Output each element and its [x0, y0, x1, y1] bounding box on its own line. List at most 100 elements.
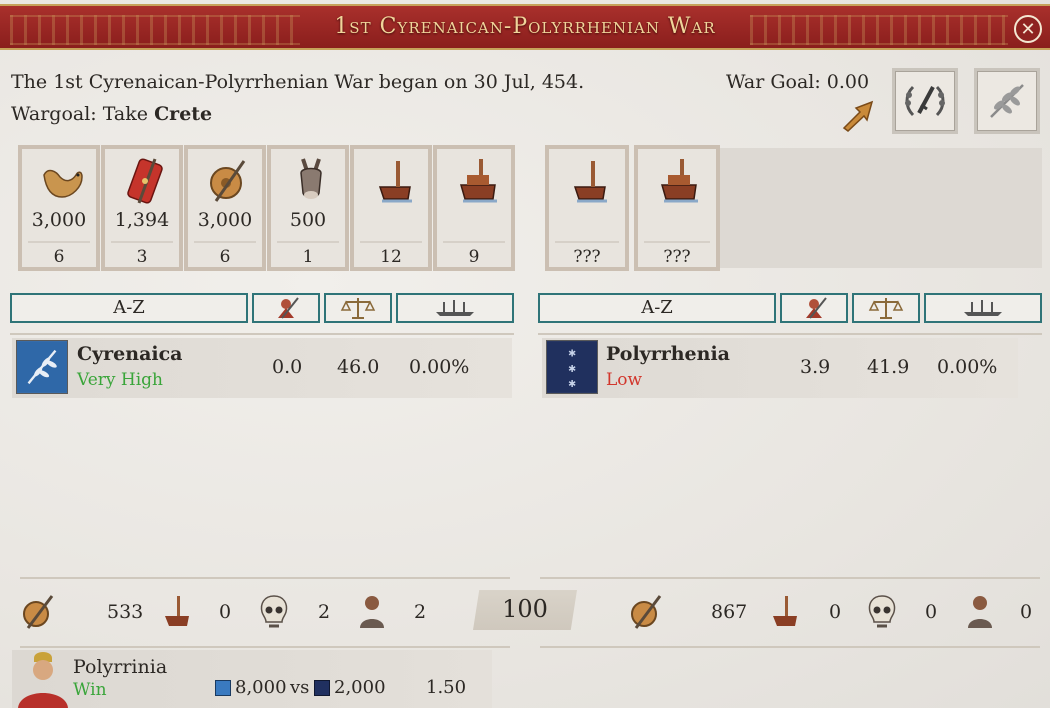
unit-card-supply[interactable]: 500 1 [267, 145, 349, 271]
divider [540, 646, 1040, 648]
polyrrhenia-flag-icon: ✱ ✱ ✱ [546, 340, 598, 394]
unit-value: 3,000 [197, 209, 253, 231]
divider [111, 241, 173, 243]
sort-by-name-button[interactable]: A-Z [10, 293, 248, 323]
infantry-losses-icon [23, 595, 54, 629]
participant-name: Polyrrhenia [606, 343, 730, 365]
battle-location: Polyrrinia [73, 656, 168, 678]
enemy-sort-by-name-button[interactable]: A-Z [538, 293, 776, 323]
unit-value: 3,000 [31, 209, 87, 231]
war-window: 1st Cyrenaican-Polyrrhenian War ✕ The 1s… [0, 0, 1050, 708]
donkey-icon [300, 158, 322, 199]
unit-card-camels[interactable]: 3,000 6 [18, 145, 100, 271]
war-goal-score: War Goal: 0.00 [726, 71, 870, 93]
divider [360, 241, 422, 243]
round-shield-icon [210, 160, 246, 202]
unit-count: 12 [380, 247, 402, 267]
sort-by-share-button[interactable] [396, 293, 514, 323]
unit-count: ??? [663, 247, 691, 267]
participant-row-defender[interactable]: ✱ ✱ ✱ Polyrrhenia Low 3.9 41.9 0.00% [542, 338, 1018, 398]
divider [443, 241, 505, 243]
unit-card-infantry[interactable]: 3,000 6 [184, 145, 266, 271]
captive-icon [360, 596, 384, 628]
divider [538, 333, 1042, 335]
close-button[interactable]: ✕ [1014, 15, 1042, 43]
ships-icon [964, 300, 1002, 316]
laurel-sword-icon [905, 85, 945, 117]
enemy-sort-by-share-button[interactable] [924, 293, 1042, 323]
war-description: The 1st Cyrenaican-Polyrrhenian War bega… [11, 71, 585, 93]
attacker-flag-mini-icon [215, 680, 231, 696]
participant-status: Very High [77, 370, 164, 390]
war-score-badge: 100 [473, 590, 577, 630]
enforce-peace-button[interactable] [892, 68, 958, 134]
sort-by-score-button[interactable] [324, 293, 392, 323]
svg-text:✱: ✱ [568, 348, 576, 359]
white-peace-button[interactable] [974, 68, 1040, 134]
svg-text:✱: ✱ [568, 379, 576, 390]
empty-unit-area [720, 148, 1042, 268]
attacker-ship-losses: 0 [219, 601, 232, 623]
wargoal-line: Wargoal: Take Crete [11, 103, 212, 125]
wargoal-prefix: Wargoal: Take [11, 103, 155, 125]
versus-label: vs [290, 677, 310, 698]
unit-card-heavy-ships[interactable]: 9 [433, 145, 515, 271]
unit-count: 1 [302, 247, 314, 267]
scales-icon [340, 298, 376, 319]
unit-value: 1,394 [114, 209, 170, 231]
divider [194, 241, 256, 243]
battle-result: Win [73, 680, 107, 700]
battle-ratio: 1.50 [426, 677, 467, 698]
light-ship-icon [378, 161, 412, 203]
attacker-dead: 2 [318, 601, 331, 623]
divider [555, 241, 619, 243]
unit-count: ??? [573, 247, 601, 267]
heavy-ship-icon [661, 159, 698, 203]
ship-losses-icon [165, 596, 189, 626]
military-value: 0.0 [272, 356, 303, 378]
ships-icon [436, 300, 474, 316]
score-value: 46.0 [337, 356, 380, 378]
legionary-shield-icon [127, 158, 163, 204]
divider [20, 646, 510, 648]
battle-row[interactable]: Polyrrinia Win 8,000 vs 2,000 1.50 [12, 650, 492, 708]
skull-icon [260, 595, 288, 628]
captive-icon [968, 596, 992, 628]
close-icon: ✕ [1020, 19, 1036, 40]
attacker-strength: 8,000 [235, 677, 287, 698]
attacker-captured: 2 [414, 601, 427, 623]
ship-losses-icon [773, 596, 797, 626]
unit-count: 3 [136, 247, 148, 267]
unit-count: 6 [219, 247, 231, 267]
scales-icon [868, 298, 904, 319]
attacker-infantry-losses: 533 [107, 601, 144, 623]
soldier-icon [806, 297, 827, 319]
divider [644, 241, 710, 243]
heavy-ship-icon [460, 159, 497, 203]
divider [277, 241, 339, 243]
unit-card-legion[interactable]: 1,394 3 [101, 145, 183, 271]
enemy-unit-card-light-ships[interactable]: ??? [545, 145, 629, 271]
unit-count: 9 [468, 247, 480, 267]
divider [28, 241, 90, 243]
arrow-icon [842, 100, 874, 132]
participant-name: Cyrenaica [77, 343, 183, 365]
sort-by-military-button[interactable] [252, 293, 320, 323]
enemy-unit-card-heavy-ships[interactable]: ??? [634, 145, 720, 271]
laurel-branch-icon [990, 84, 1024, 118]
defender-ship-losses: 0 [829, 601, 842, 623]
unit-value: 500 [289, 209, 327, 231]
score-value: 41.9 [867, 356, 910, 378]
defender-captured: 0 [1020, 601, 1033, 623]
enemy-sort-by-score-button[interactable] [852, 293, 920, 323]
unit-card-light-ships[interactable]: 12 [350, 145, 432, 271]
divider [540, 577, 1040, 579]
divider [20, 577, 510, 579]
window-title: 1st Cyrenaican-Polyrrhenian War [334, 14, 716, 39]
defender-dead: 0 [925, 601, 938, 623]
participant-row-attacker[interactable]: Cyrenaica Very High 0.0 46.0 0.00% [12, 338, 512, 398]
general-portrait-icon [18, 652, 68, 708]
share-value: 0.00% [409, 356, 470, 378]
enemy-sort-by-military-button[interactable] [780, 293, 848, 323]
defender-flag-mini-icon [314, 680, 330, 696]
